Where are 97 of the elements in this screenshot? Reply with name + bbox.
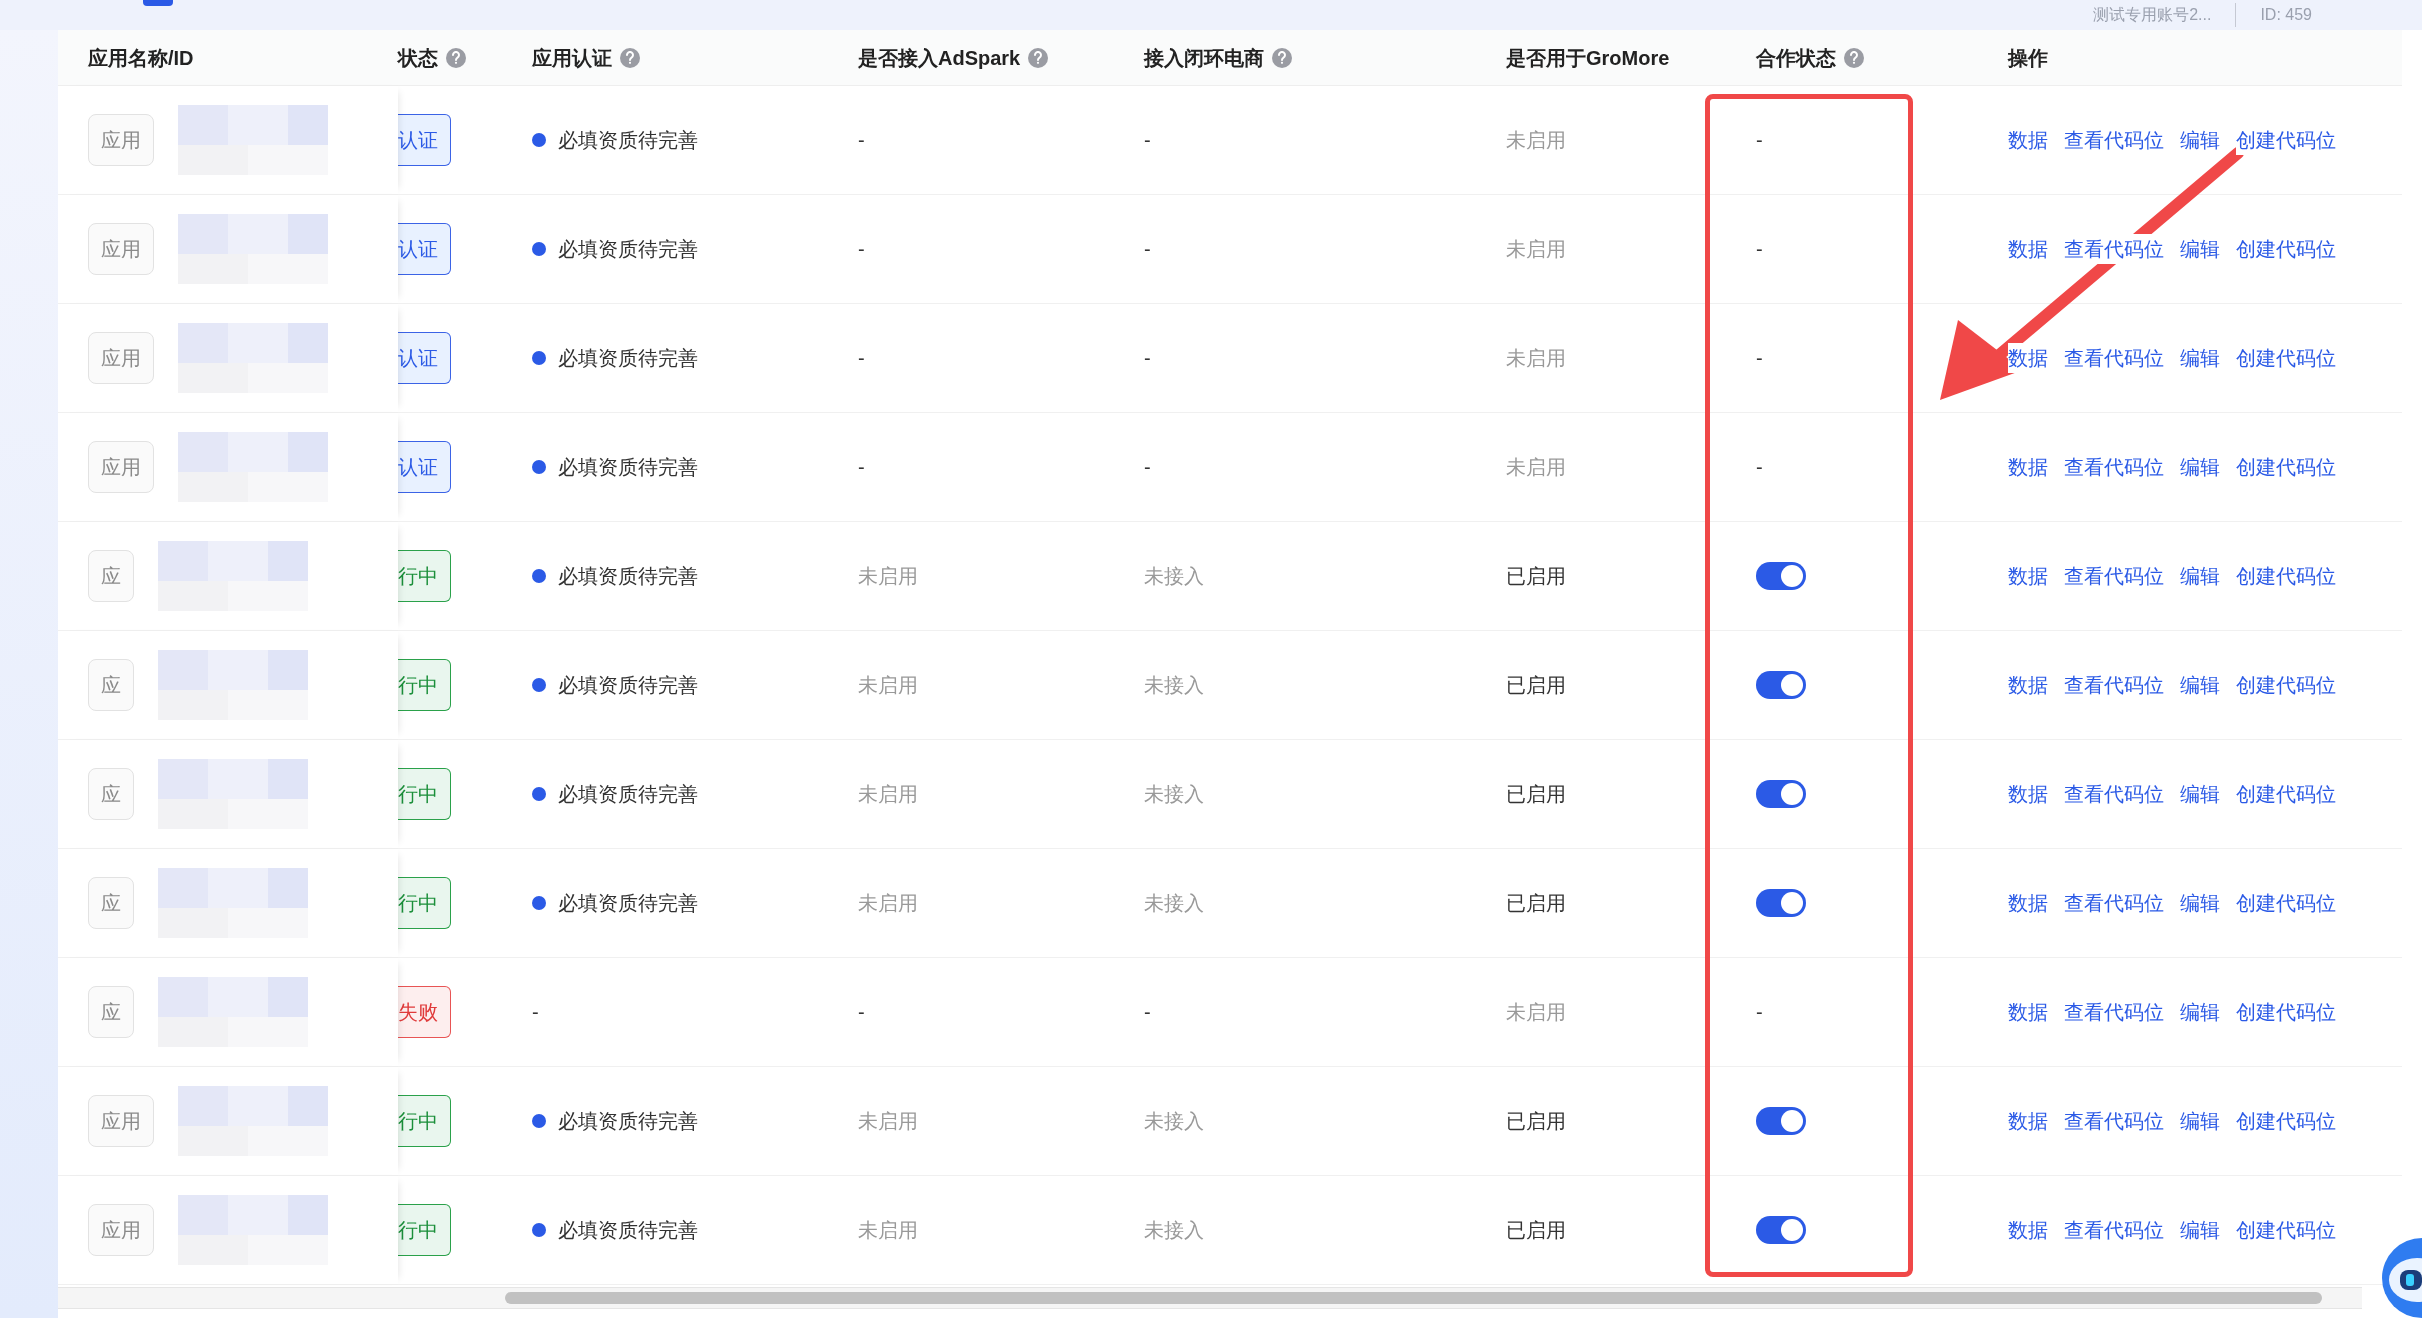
adspark-value: - — [858, 128, 865, 153]
column-header: 是否用于GroMore — [1506, 45, 1670, 71]
ecommerce-value: 未接入 — [1144, 1109, 1204, 1134]
help-icon[interactable] — [620, 47, 640, 68]
ecommerce-value: - — [1144, 346, 1151, 371]
gromore-value: 未启用 — [1506, 1000, 1566, 1025]
app-type-badge: 应用 — [88, 441, 154, 493]
app-type-badge: 应 — [88, 659, 134, 711]
app-type-badge: 应 — [88, 550, 134, 602]
help-icon[interactable] — [1844, 47, 1864, 68]
horizontal-scrollbar[interactable] — [58, 1287, 2362, 1309]
action-link[interactable]: 查看代码位 — [2064, 234, 2164, 264]
adspark-value: 未启用 — [858, 564, 918, 589]
adspark-value: - — [858, 237, 865, 262]
gromore-value: 未启用 — [1506, 455, 1566, 480]
status-tag: 失败 — [398, 986, 451, 1038]
column-header: 应用认证 — [532, 45, 612, 71]
certification-text: 必填资质待完善 — [558, 891, 698, 916]
cooperation-toggle[interactable] — [1756, 671, 1806, 699]
column-header: 是否接入AdSpark — [858, 45, 1021, 71]
gromore-value: 未启用 — [1506, 346, 1566, 371]
ecommerce-value: - — [1144, 1000, 1151, 1025]
gromore-value: 已启用 — [1506, 1218, 1566, 1243]
app-type-badge: 应 — [88, 877, 134, 929]
status-tag: 行中 — [398, 1095, 451, 1147]
account-id: ID: 459 — [2235, 3, 2312, 27]
help-icon[interactable] — [1028, 47, 1049, 68]
cooperation-value: - — [1756, 455, 1763, 480]
status-tag: 行中 — [398, 659, 451, 711]
scrollbar-thumb[interactable] — [505, 1292, 2322, 1304]
ecommerce-value: 未接入 — [1144, 1218, 1204, 1243]
account-name: 测试专用账号2... — [2093, 5, 2212, 25]
ecommerce-value: - — [1144, 128, 1151, 153]
certification-text: 必填资质待完善 — [558, 346, 698, 371]
cooperation-toggle[interactable] — [1756, 1216, 1806, 1244]
adspark-value: - — [858, 455, 865, 480]
status-tag: 行中 — [398, 550, 451, 602]
cooperation-toggle[interactable] — [1756, 562, 1806, 590]
gromore-value: 已启用 — [1506, 782, 1566, 807]
app-type-badge: 应用 — [88, 1095, 154, 1147]
app-type-badge: 应 — [88, 986, 134, 1038]
adspark-value: 未启用 — [858, 673, 918, 698]
cooperation-value: - — [1756, 128, 1763, 153]
status-tag: 认证 — [398, 441, 451, 493]
status-tag: 行中 — [398, 768, 451, 820]
status-tag: 认证 — [398, 332, 451, 384]
cooperation-value: - — [1756, 237, 1763, 262]
help-icon[interactable] — [1272, 47, 1292, 68]
certification-text: 必填资质待完善 — [558, 455, 698, 480]
ecommerce-value: 未接入 — [1144, 782, 1204, 807]
status-tag: 认证 — [398, 114, 451, 166]
ecommerce-value: 未接入 — [1144, 891, 1204, 916]
ecommerce-value: - — [1144, 455, 1151, 480]
certification-text: 必填资质待完善 — [558, 1218, 698, 1243]
cooperation-value: - — [1756, 1000, 1763, 1025]
status-tag: 行中 — [398, 1204, 451, 1256]
gromore-value: 已启用 — [1506, 1109, 1566, 1134]
gromore-value: 未启用 — [1506, 237, 1566, 262]
gromore-value: 已启用 — [1506, 673, 1566, 698]
cooperation-toggle[interactable] — [1756, 1107, 1806, 1135]
action-link[interactable]: 数据 — [2008, 343, 2048, 373]
column-header: 状态 — [398, 45, 438, 71]
adspark-value: - — [858, 1000, 865, 1025]
status-tag: 行中 — [398, 877, 451, 929]
gromore-value: 未启用 — [1506, 128, 1566, 153]
gromore-value: 已启用 — [1506, 564, 1566, 589]
column-header: 应用名称/ID — [88, 45, 194, 71]
column-header: 接入闭环电商 — [1144, 45, 1264, 71]
certification-text: - — [532, 1000, 539, 1025]
column-header: 合作状态 — [1756, 45, 1836, 71]
app-type-badge: 应用 — [88, 332, 154, 384]
cooperation-value: - — [1756, 346, 1763, 371]
adspark-value: 未启用 — [858, 782, 918, 807]
adspark-value: 未启用 — [858, 891, 918, 916]
tab-indicator — [143, 0, 173, 6]
certification-text: 必填资质待完善 — [558, 564, 698, 589]
status-tag: 认证 — [398, 223, 451, 275]
certification-text: 必填资质待完善 — [558, 1109, 698, 1134]
certification-text: 必填资质待完善 — [558, 673, 698, 698]
app-type-badge: 应用 — [88, 114, 154, 166]
gromore-value: 已启用 — [1506, 891, 1566, 916]
certification-text: 必填资质待完善 — [558, 782, 698, 807]
adspark-value: - — [858, 346, 865, 371]
adspark-value: 未启用 — [858, 1109, 918, 1134]
ecommerce-value: - — [1144, 237, 1151, 262]
cooperation-toggle[interactable] — [1756, 889, 1806, 917]
app-type-badge: 应 — [88, 768, 134, 820]
ecommerce-value: 未接入 — [1144, 564, 1204, 589]
certification-text: 必填资质待完善 — [558, 128, 698, 153]
adspark-value: 未启用 — [858, 1218, 918, 1243]
column-header: 操作 — [2008, 45, 2048, 71]
app-type-badge: 应用 — [88, 223, 154, 275]
cooperation-toggle[interactable] — [1756, 780, 1806, 808]
help-icon[interactable] — [446, 47, 466, 68]
certification-text: 必填资质待完善 — [558, 237, 698, 262]
ecommerce-value: 未接入 — [1144, 673, 1204, 698]
app-type-badge: 应用 — [88, 1204, 154, 1256]
